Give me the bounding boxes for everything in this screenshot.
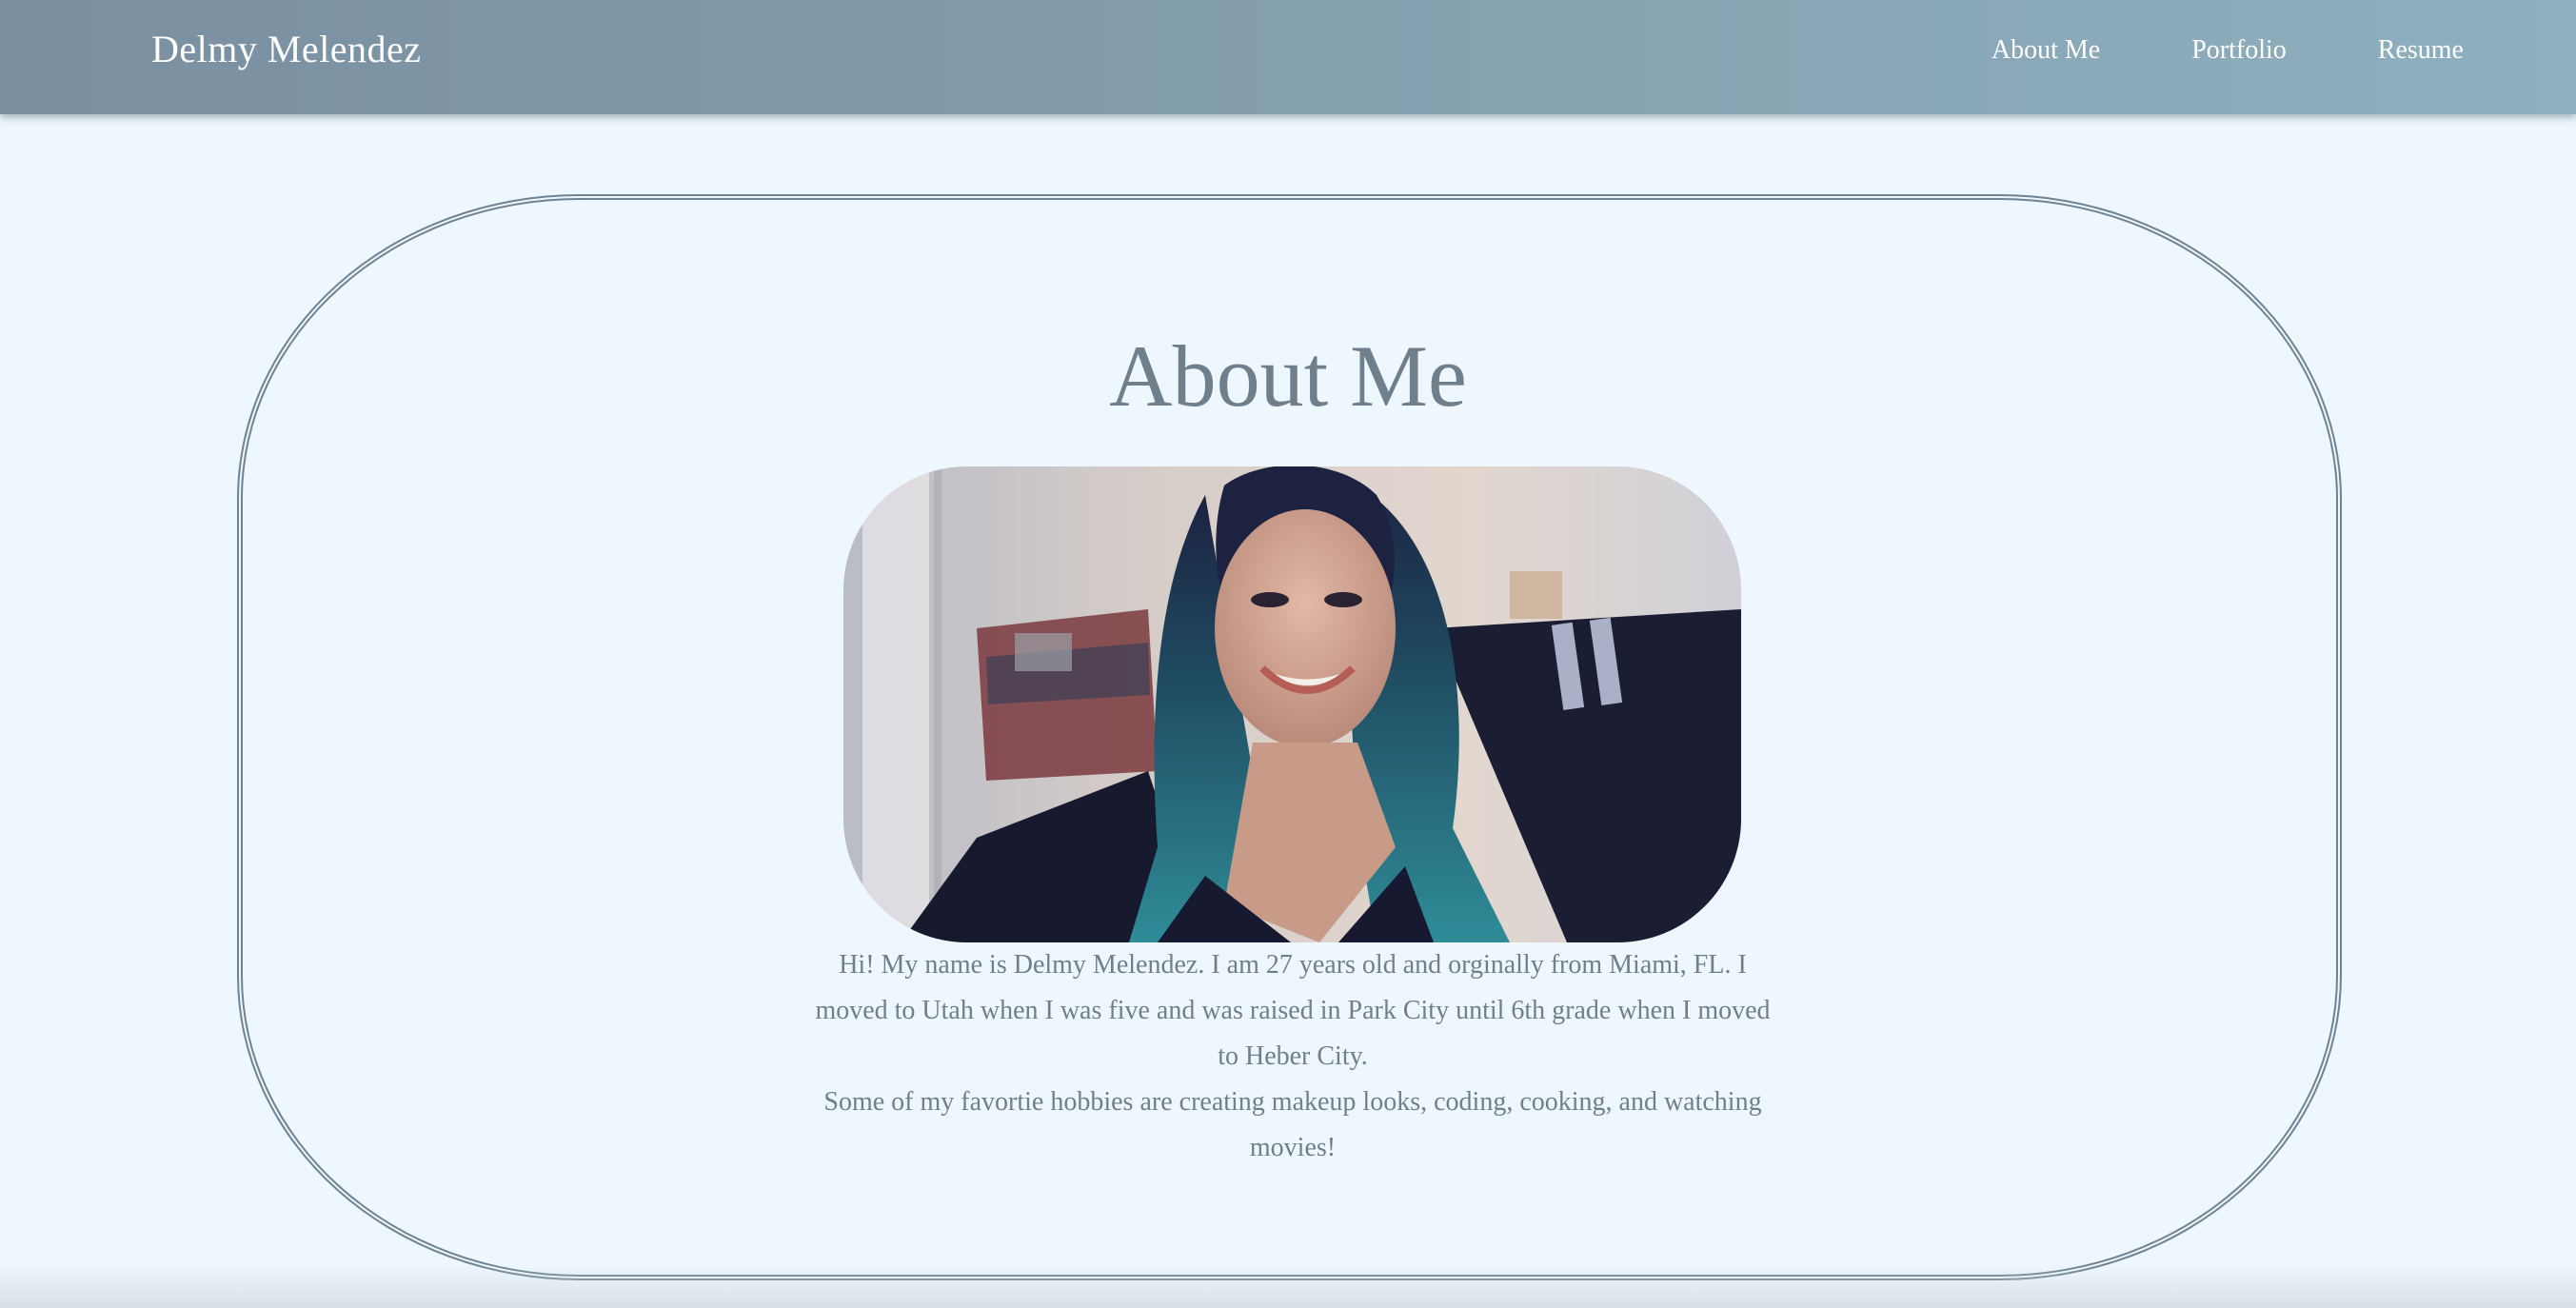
brand-name-link[interactable]: Delmy Melendez <box>151 27 422 71</box>
bio-paragraph-intro: Hi! My name is Delmy Melendez. I am 27 y… <box>815 950 1771 1071</box>
bio-paragraph-hobbies: Some of my favortie hobbies are creating… <box>823 1087 1762 1162</box>
page-bottom-shadow <box>0 1264 2576 1308</box>
page-title: About Me <box>1109 327 1467 425</box>
nav-link-portfolio[interactable]: Portfolio <box>2191 35 2287 66</box>
profile-photo <box>843 466 1741 942</box>
nav-link-about-me[interactable]: About Me <box>1991 35 2100 66</box>
main-nav: About Me Portfolio Resume <box>1991 35 2464 66</box>
top-navbar: Delmy Melendez About Me Portfolio Resume <box>0 0 2576 114</box>
nav-link-resume[interactable]: Resume <box>2378 35 2464 66</box>
bio-text: Hi! My name is Delmy Melendez. I am 27 y… <box>812 942 1773 1171</box>
